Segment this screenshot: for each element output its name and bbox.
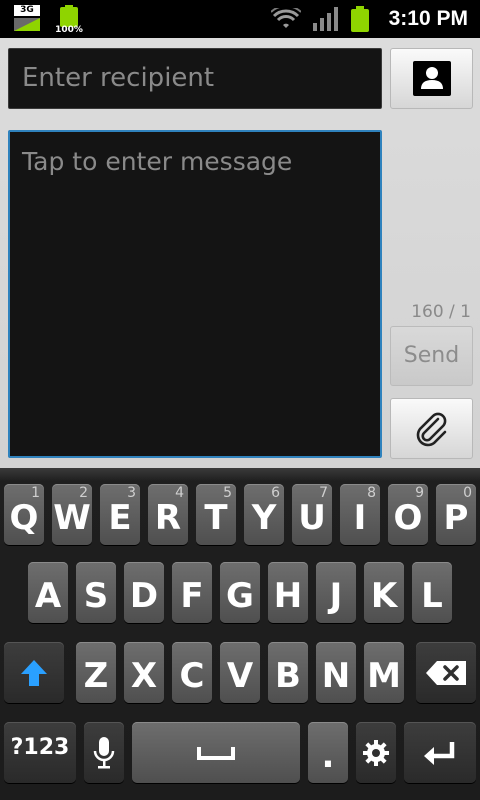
key-label: T [204,498,228,538]
message-input[interactable]: Tap to enter message [8,130,382,458]
key-label: O [393,498,423,538]
key-label: R [154,498,182,538]
key-k[interactable]: K [364,562,404,623]
recipient-input[interactable]: Enter recipient [8,48,382,109]
key-m[interactable]: M [364,642,404,703]
clock-time: 3:10 PM [388,7,468,30]
key-label: N [321,656,351,696]
key-p[interactable]: 0P [436,484,476,545]
soft-keyboard: 1Q 2W 3E 4R 5T 6Y 7U 8I 9O 0P A S D F G … [0,468,480,800]
key-label: M [367,656,401,696]
settings-key[interactable] [356,722,396,783]
key-o[interactable]: 9O [388,484,428,545]
enter-key[interactable] [404,722,476,783]
key-label: H [273,576,303,616]
shift-icon [21,659,47,686]
backspace-icon [426,660,466,685]
key-h[interactable]: H [268,562,308,623]
key-label: D [129,576,159,616]
key-label: C [179,656,205,696]
key-label: Q [9,498,39,538]
key-s[interactable]: S [76,562,116,623]
key-l[interactable]: L [412,562,452,623]
key-n[interactable]: N [316,642,356,703]
key-c[interactable]: C [172,642,212,703]
enter-icon [424,741,455,765]
attach-button[interactable] [390,398,473,459]
key-t[interactable]: 5T [196,484,236,545]
period-key[interactable]: . [308,722,348,783]
key-r[interactable]: 4R [148,484,188,545]
key-label: G [226,576,254,616]
key-label: K [370,576,398,616]
key-label: E [108,498,132,538]
status-bar: 3G 100% 3:10 PM [0,0,480,38]
key-i[interactable]: 8I [340,484,380,545]
key-d[interactable]: D [124,562,164,623]
contact-picker-button[interactable] [390,48,473,109]
key-w[interactable]: 2W [52,484,92,545]
shift-key[interactable] [4,642,64,703]
settings-icon [363,739,389,766]
signal-strength-icon [312,7,338,31]
key-label: L [421,576,443,616]
key-label: U [298,498,326,538]
key-label: B [275,656,301,696]
space-key[interactable] [132,722,300,783]
key-v[interactable]: V [220,642,260,703]
key-f[interactable]: F [172,562,212,623]
key-z[interactable]: Z [76,642,116,703]
voice-input-key[interactable] [84,722,124,783]
character-counter: 160 / 1 [411,302,471,322]
microphone-icon [93,736,115,768]
symbols-key-label: ?123 [10,735,70,760]
key-label: I [353,498,367,538]
key-q[interactable]: 1Q [4,484,44,545]
key-label: X [130,656,158,696]
key-b[interactable]: B [268,642,308,703]
key-label: Z [83,656,109,696]
key-label: P [443,498,469,538]
network-type-label: 3G [14,5,40,16]
paperclip-icon [416,412,446,446]
key-label: Y [251,498,277,538]
key-label: J [329,576,343,616]
backspace-key[interactable] [416,642,476,703]
key-label: F [180,576,204,616]
key-label: S [83,576,109,616]
key-j[interactable]: J [316,562,356,623]
battery-charging-icon: 100% [55,5,83,37]
key-e[interactable]: 3E [100,484,140,545]
contact-icon [412,61,451,96]
wifi-icon [270,8,301,28]
key-label: A [34,576,62,616]
network-3g-icon: 3G [14,5,40,31]
key-y[interactable]: 6Y [244,484,284,545]
key-u[interactable]: 7U [292,484,332,545]
symbols-key[interactable]: ?123 [4,722,76,783]
key-g[interactable]: G [220,562,260,623]
key-label: W [53,498,91,538]
battery-percent-label: 100% [55,25,83,35]
send-button[interactable]: Send [390,326,473,386]
battery-icon [350,6,369,32]
key-a[interactable]: A [28,562,68,623]
compose-area: Enter recipient Tap to enter message 160… [0,38,480,468]
key-label: V [226,656,254,696]
space-icon [197,746,235,760]
period-key-label: . [321,736,335,776]
key-x[interactable]: X [124,642,164,703]
key-sub-label: 8 [367,485,376,501]
